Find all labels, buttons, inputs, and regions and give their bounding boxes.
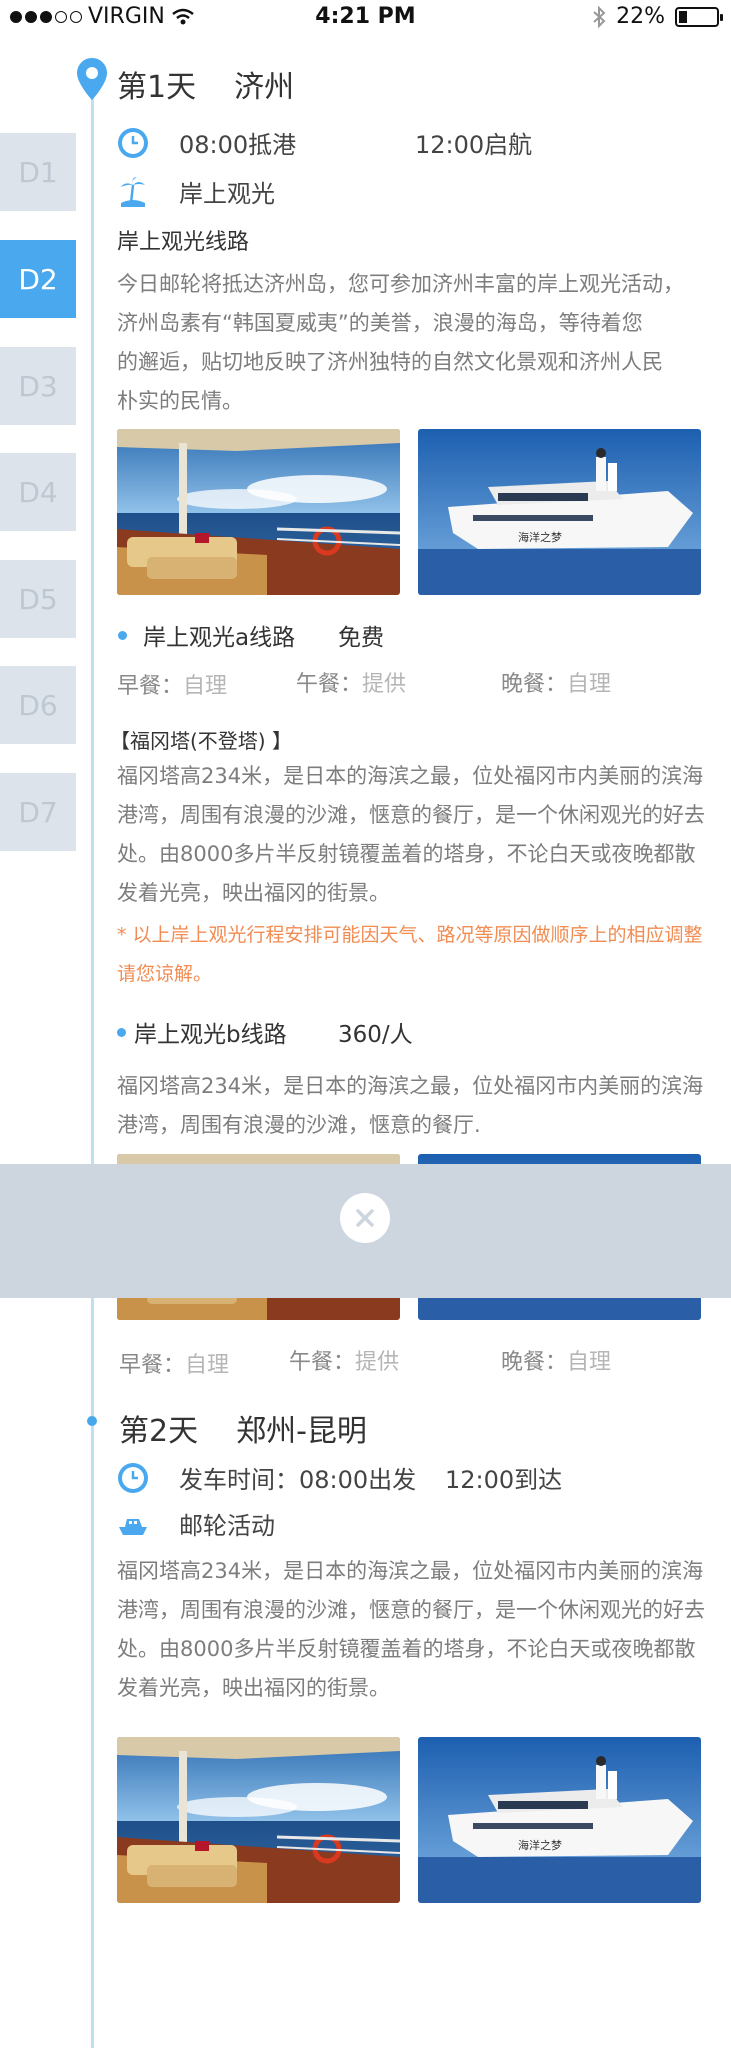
day1-time-row: 08:00抵港 12:00启航: [117, 125, 532, 160]
lunch-value: 提供: [355, 1350, 400, 1375]
route-a-row[interactable]: 岸上观光a线路 免费: [118, 618, 384, 652]
day-tab-4[interactable]: D4: [0, 453, 76, 531]
notice-line: * 以上岸上观光行程安排可能因天气、路况等原因做顺序上的相应调整: [117, 924, 703, 946]
status-right: 22%: [592, 4, 723, 29]
deck-photo-3[interactable]: [117, 1737, 400, 1903]
day2-title: 第2天 郑州-昆明: [119, 1406, 367, 1450]
day2-activity: 邮轮活动: [179, 1512, 275, 1540]
attraction-desc: 福冈塔高234米，是日本的海滨之最，位处福冈市内美丽的滨海 港湾，周围有浪漫的沙…: [117, 757, 731, 913]
day1-title: 第1天 济州: [117, 62, 294, 106]
deck-photo[interactable]: [117, 429, 400, 595]
day1-place: 济州: [234, 70, 295, 105]
route-b-price: 360/人: [338, 1022, 413, 1048]
day2-depart: 发车时间：08:00出发: [179, 1466, 417, 1494]
day2-desc: 福冈塔高234米，是日本的海滨之最，位处福冈市内美丽的滨海 港湾，周围有浪漫的沙…: [117, 1552, 731, 1708]
day-tab-1[interactable]: D1: [0, 133, 76, 211]
attraction-title: 【福冈塔(不登塔) 】: [110, 729, 292, 753]
day2-desc-line: 发着光亮，映出福冈的街景。: [117, 1676, 390, 1700]
attraction-line: 发着光亮，映出福冈的街景。: [117, 881, 390, 905]
breakfast-label: 早餐：: [117, 674, 184, 699]
clock-icon: [118, 1462, 148, 1493]
attraction-line: 港湾，周围有浪漫的沙滩，惬意的餐厅，是一个休闲观光的好去: [117, 803, 705, 827]
route-b-row[interactable]: 岸上观光b线路 360/人: [117, 1015, 413, 1049]
day1-intro: 今日邮轮将抵达济州岛，您可参加济州丰富的岸上观光活动， 济州岛素有“韩国夏威夷”…: [117, 265, 731, 421]
day1-arrive: 08:00抵港: [179, 131, 297, 159]
day1-intro-line: 的邂逅，贴切地反映了济州独特的自然文化景观和济州人民: [117, 350, 663, 374]
meals-row-a: 早餐：自理: [117, 668, 227, 700]
route-b-name: 岸上观光b线路: [134, 1022, 287, 1048]
route-b-desc: 福冈塔高234米，是日本的海滨之最，位处福冈市内美丽的滨海 港湾，周围有浪漫的沙…: [117, 1067, 731, 1145]
lunch-label: 午餐：: [289, 1350, 356, 1375]
clock-icon: [118, 127, 148, 158]
meals-row-b: 早餐：自理: [119, 1347, 229, 1379]
day-tab-5[interactable]: D5: [0, 560, 76, 638]
dinner-value: 自理: [567, 672, 612, 697]
day2-desc-line: 福冈塔高234米，是日本的海滨之最，位处福冈市内美丽的滨海: [117, 1559, 704, 1583]
bullet-dot: [118, 630, 127, 640]
battery-icon: [675, 6, 723, 27]
day2-activity-row: 邮轮活动: [117, 1506, 275, 1541]
itinerary-screen: VIRGIN 4:21 PM 22% D1 D2 D3 D4 D5 D6 D7 …: [0, 0, 731, 2048]
timeline-dot: [87, 1416, 97, 1426]
notice-line: 请您谅解。: [117, 963, 213, 985]
day-tab-2[interactable]: D2: [0, 240, 76, 318]
meals-row-b-lunch: 午餐：提供: [289, 1344, 399, 1376]
yacht-photo[interactable]: [418, 429, 701, 595]
day2-place: 郑州-昆明: [236, 1414, 367, 1449]
close-icon: [356, 1209, 374, 1227]
route-a-price: 免费: [338, 625, 384, 651]
close-button[interactable]: [340, 1193, 390, 1243]
bluetooth-icon: [593, 5, 606, 28]
notice-text: * 以上岸上观光行程安排可能因天气、路况等原因做顺序上的相应调整 请您谅解。: [117, 916, 731, 994]
breakfast-value: 自理: [185, 1353, 230, 1378]
dinner-label: 晚餐：: [501, 1350, 568, 1375]
meals-row-a-lunch: 午餐：提供: [296, 666, 406, 698]
dinner-label: 晚餐：: [501, 672, 568, 697]
attraction-line: 福冈塔高234米，是日本的海滨之最，位处福冈市内美丽的滨海: [117, 764, 704, 788]
day1-activity: 岸上观光: [179, 180, 275, 208]
day-tab-6[interactable]: D6: [0, 666, 76, 744]
day1-route-title: 岸上观光线路: [117, 230, 250, 255]
day1-activity-row: 岸上观光: [117, 174, 275, 209]
route-a-name: 岸上观光a线路: [143, 625, 296, 651]
day2-arrive: 12:00到达: [445, 1466, 563, 1494]
attraction-line: 处。由8000多片半反射镜覆盖着的塔身，不论白天或夜晚都散: [117, 842, 696, 866]
status-bar: VIRGIN 4:21 PM 22%: [0, 0, 731, 38]
breakfast-label: 早餐：: [119, 1353, 186, 1378]
day2-desc-line: 处。由8000多片半反射镜覆盖着的塔身，不论白天或夜晚都散: [117, 1637, 696, 1661]
route-b-line: 福冈塔高234米，是日本的海滨之最，位处福冈市内美丽的滨海: [117, 1074, 704, 1098]
day2-label: 第2天: [119, 1414, 199, 1449]
lunch-value: 提供: [362, 672, 407, 697]
day2-desc-line: 港湾，周围有浪漫的沙滩，惬意的餐厅，是一个休闲观光的好去: [117, 1598, 705, 1622]
route-b-line: 港湾，周围有浪漫的沙滩，惬意的餐厅.: [117, 1113, 481, 1137]
yacht-photo-3[interactable]: [418, 1737, 701, 1903]
day-tab-3[interactable]: D3: [0, 347, 76, 425]
timeline-line: [91, 95, 94, 2048]
day1-intro-line: 朴实的民情。: [117, 389, 243, 413]
meals-row-a-dinner: 晚餐：自理: [501, 666, 611, 698]
day1-depart: 12:00启航: [415, 131, 533, 159]
ship-icon: [119, 1518, 147, 1535]
day-tab-7[interactable]: D7: [0, 773, 76, 851]
location-pin-icon: [77, 58, 107, 100]
day2-time-row: 发车时间：08:00出发 12:00到达: [117, 1460, 562, 1495]
day1-label: 第1天: [117, 70, 197, 105]
meals-row-b-dinner: 晚餐：自理: [501, 1344, 611, 1376]
battery-percent: 22%: [616, 4, 665, 29]
day1-intro-line: 济州岛素有“韩国夏威夷”的美誉，浪漫的海岛，等待着您: [117, 311, 643, 335]
beach-icon: [121, 176, 145, 207]
dinner-value: 自理: [567, 1350, 612, 1375]
lunch-label: 午餐：: [296, 672, 363, 697]
breakfast-value: 自理: [183, 674, 228, 699]
day1-intro-line: 今日邮轮将抵达济州岛，您可参加济州丰富的岸上观光活动，: [117, 272, 684, 296]
bullet-dot: [117, 1027, 126, 1037]
